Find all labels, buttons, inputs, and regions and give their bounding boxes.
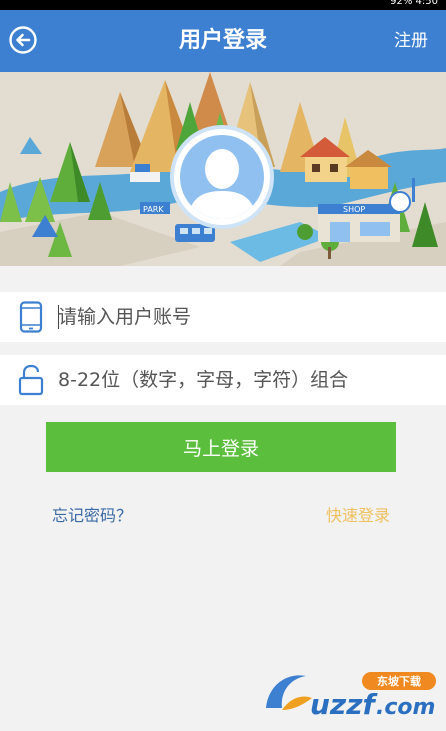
lock-icon [18,364,44,396]
watermark-domain: .com [376,695,435,720]
watermark-brand: uzzf [310,688,379,721]
page-title: 用户登录 [178,28,267,53]
username-input[interactable] [58,292,428,342]
back-arrow-icon [9,26,37,54]
quick-login-link[interactable]: 快速登录 [326,502,390,526]
park-sign: PARK [143,205,164,214]
password-input[interactable] [58,355,428,405]
login-button[interactable]: 马上登录 [46,422,396,472]
avatar[interactable] [170,125,274,229]
status-bar: 92% 4:50 [0,0,446,10]
back-button[interactable] [8,25,38,55]
status-bar-text: 92% 4:50 [390,0,438,7]
password-row [0,355,446,405]
username-row [0,292,446,342]
phone-icon [19,301,43,333]
user-avatar-icon [188,149,256,219]
forgot-password-link[interactable]: 忘记密码？ [52,502,132,526]
register-button[interactable]: 注册 [394,10,428,72]
uzzf-watermark-logo: 东坡下载 uzzf .com [266,672,436,721]
header-bar: 用户登录 注册 [0,10,446,72]
shop-sign: SHOP [343,205,365,214]
avatar-background [180,135,264,219]
watermark-tag: 东坡下载 [377,674,421,688]
